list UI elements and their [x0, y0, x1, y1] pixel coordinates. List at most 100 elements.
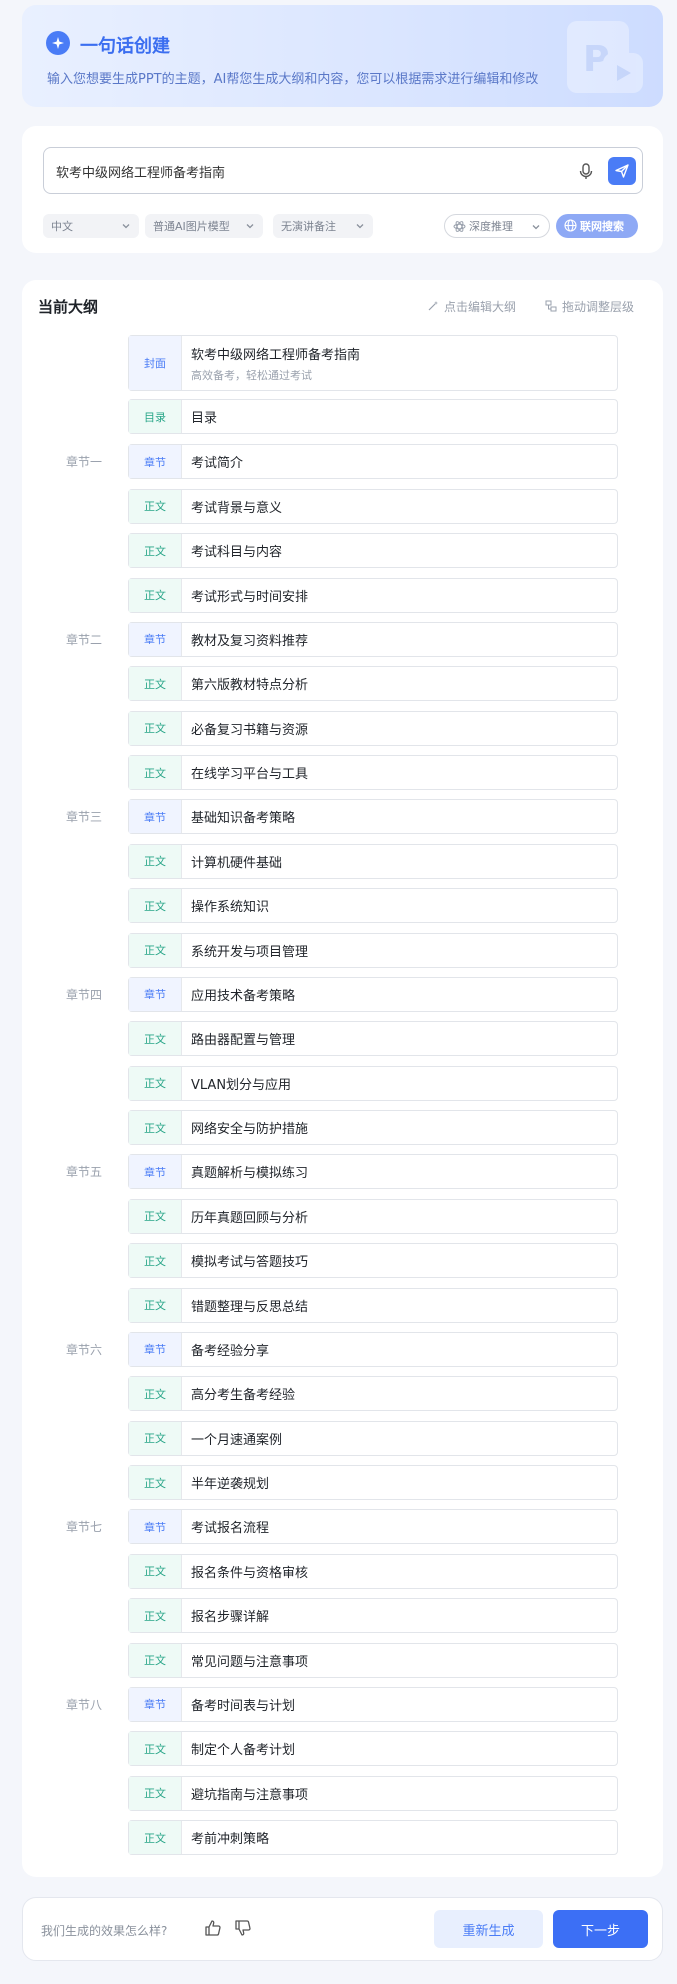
- body-title: 在线学习平台与工具: [191, 767, 309, 782]
- body-tag: 正文: [129, 1377, 182, 1410]
- send-button[interactable]: [608, 157, 636, 185]
- outline-row-body[interactable]: 正文 考试形式与时间安排: [128, 577, 618, 613]
- body-tag: 正文: [129, 1599, 182, 1632]
- body-title: VLAN划分与应用: [191, 1077, 292, 1093]
- outline-row-body[interactable]: 正文 报名步骤详解: [128, 1598, 618, 1633]
- thumbs-up-icon[interactable]: [204, 1919, 222, 1937]
- body-title: 高分考生备考经验: [191, 1388, 296, 1403]
- chevron-down-icon: [532, 225, 540, 230]
- outline-row-body[interactable]: 正文 半年逆袭规划: [128, 1465, 618, 1500]
- edit-outline-button[interactable]: 点击编辑大纲: [427, 298, 516, 315]
- chapter-label: 章节三: [66, 810, 103, 824]
- outline-row-cover[interactable]: 封面 软考中级网络工程师备考指南 高效备考，轻松通过考试: [128, 335, 618, 391]
- outline-row-chapter[interactable]: 章节 应用技术备考策略: [128, 976, 618, 1012]
- image-model-select[interactable]: 普通AI图片模型: [145, 214, 263, 238]
- chapter-label: 章节六: [66, 1342, 103, 1357]
- outline-row-body[interactable]: 正文 操作系统知识: [128, 888, 618, 923]
- outline-title: 当前大纲: [38, 298, 99, 316]
- body-tag: 正文: [129, 1421, 182, 1455]
- chapter-label: 章节二: [66, 632, 103, 647]
- magic-wand-icon: [428, 301, 438, 311]
- body-tag: 正文: [129, 1732, 182, 1765]
- chapter-title: 真题解析与模拟练习: [191, 1166, 309, 1181]
- cover-title: 软考中级网络工程师备考指南: [191, 347, 361, 363]
- body-title: 模拟考试与答题技巧: [191, 1255, 309, 1270]
- web-search-toggle[interactable]: 联网搜索: [556, 214, 638, 238]
- regenerate-button[interactable]: 重新生成: [434, 1910, 543, 1948]
- outline-row-chapter[interactable]: 章节 考试报名流程: [128, 1509, 618, 1544]
- outline-row-body[interactable]: 正文 报名条件与资格审核: [128, 1553, 618, 1589]
- body-title: 考试科目与内容: [191, 545, 283, 560]
- microphone-icon[interactable]: [576, 161, 596, 181]
- body-title: 路由器配置与管理: [191, 1033, 296, 1048]
- body-tag: 正文: [129, 933, 182, 967]
- outline-row-body[interactable]: 正文 制定个人备考计划: [128, 1731, 618, 1766]
- outline-row-body[interactable]: 正文 路由器配置与管理: [128, 1021, 618, 1056]
- outline-row-body[interactable]: 正文 避坑指南与注意事项: [128, 1775, 618, 1811]
- chapter-label: 章节五: [66, 1165, 103, 1179]
- body-tag: 正文: [129, 489, 182, 523]
- body-title: 半年逆袭规划: [191, 1477, 270, 1492]
- outline-row-chapter[interactable]: 章节 备考时间表与计划: [128, 1686, 618, 1722]
- outline-row-body[interactable]: 正文 考前冲刺策略: [128, 1820, 618, 1855]
- outline-row-toc[interactable]: 目录 目录: [128, 399, 618, 434]
- outline-row-body[interactable]: 正文 模拟考试与答题技巧: [128, 1243, 618, 1278]
- body-title: 必备复习书籍与资源: [191, 722, 309, 738]
- chapter-title: 基础知识备考策略: [191, 811, 296, 826]
- outline-row-chapter[interactable]: 章节 备考经验分享: [128, 1331, 618, 1367]
- outline-row-body[interactable]: 正文 计算机硬件基础: [128, 843, 618, 879]
- outline-row-chapter[interactable]: 章节 教材及复习资料推荐: [128, 621, 618, 657]
- thumbs-down-icon[interactable]: [234, 1919, 252, 1937]
- body-title: 常见问题与注意事项: [191, 1654, 309, 1670]
- body-title: 历年真题回顾与分析: [191, 1210, 309, 1226]
- outline-row-body[interactable]: 正文 必备复习书籍与资源: [128, 710, 618, 746]
- outline-row-body[interactable]: 正文 常见问题与注意事项: [128, 1642, 618, 1678]
- outline-row-body[interactable]: 正文 VLAN划分与应用: [128, 1065, 618, 1101]
- outline-row-chapter[interactable]: 章节 考试简介: [128, 444, 618, 479]
- toc-tag: 目录: [129, 400, 182, 433]
- language-select[interactable]: 中文: [43, 214, 139, 238]
- body-title: 报名条件与资格审核: [191, 1565, 309, 1581]
- body-tag: 正文: [129, 844, 182, 878]
- chapter-title: 考试报名流程: [191, 1521, 270, 1536]
- globe-icon: [564, 219, 577, 232]
- drag-adjust-button[interactable]: 拖动调整层级: [545, 298, 634, 315]
- body-tag: 正文: [129, 534, 182, 567]
- chapter-title: 考试简介: [191, 456, 244, 471]
- outline-row-body[interactable]: 正文 在线学习平台与工具: [128, 755, 618, 790]
- body-tag: 正文: [129, 1643, 182, 1677]
- outline-row-chapter[interactable]: 章节 真题解析与模拟练习: [128, 1154, 618, 1189]
- chevron-down-icon: [246, 224, 254, 229]
- body-tag: 正文: [129, 756, 182, 789]
- speaker-notes-select[interactable]: 无演讲备注: [273, 214, 373, 238]
- outline-row-body[interactable]: 正文 考试背景与意义: [128, 488, 618, 524]
- body-tag: 正文: [129, 1066, 182, 1100]
- outline-row-body[interactable]: 正文 第六版教材特点分析: [128, 666, 618, 701]
- body-title: 系统开发与项目管理: [191, 944, 309, 960]
- chevron-down-icon: [356, 224, 364, 229]
- topic-input-box: [43, 147, 643, 194]
- outline-row-body[interactable]: 正文 系统开发与项目管理: [128, 932, 618, 968]
- topic-input[interactable]: [56, 160, 536, 182]
- outline-row-body[interactable]: 正文 历年真题回顾与分析: [128, 1198, 618, 1234]
- outline-row-chapter[interactable]: 章节 基础知识备考策略: [128, 799, 618, 834]
- outline-row-body[interactable]: 正文 一个月速通案例: [128, 1420, 618, 1456]
- image-model-select-value: 普通AI图片模型: [153, 220, 230, 233]
- next-step-button[interactable]: 下一步: [553, 1910, 648, 1948]
- chapter-tag: 章节: [129, 622, 182, 656]
- drag-adjust-label: 拖动调整层级: [562, 300, 635, 314]
- body-tag: 正文: [129, 1022, 182, 1055]
- body-tag: 正文: [129, 578, 182, 612]
- outline-row-body[interactable]: 正文 高分考生备考经验: [128, 1376, 618, 1411]
- chapter-tag: 章节: [129, 1332, 182, 1366]
- toc-title: 目录: [191, 411, 218, 426]
- page-description: 输入您想要生成PPT的主题，AI帮您生成大纲和内容，您可以根据需求进行编辑和修改: [47, 72, 539, 87]
- sparkle-icon: [46, 31, 70, 55]
- outline-row-body[interactable]: 正文 错题整理与反思总结: [128, 1287, 618, 1323]
- chapter-title: 备考时间表与计划: [191, 1698, 296, 1714]
- body-tag: 正文: [129, 1554, 182, 1588]
- outline-row-body[interactable]: 正文 考试科目与内容: [128, 533, 618, 568]
- outline-row-body[interactable]: 正文 网络安全与防护措施: [128, 1110, 618, 1145]
- deep-reasoning-toggle[interactable]: 深度推理: [444, 214, 550, 238]
- body-title: 考试形式与时间安排: [191, 589, 309, 605]
